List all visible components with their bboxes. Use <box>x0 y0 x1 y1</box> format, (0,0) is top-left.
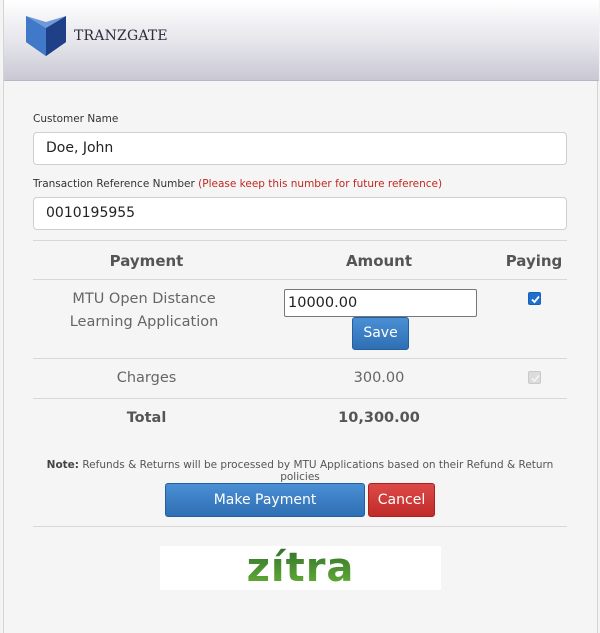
transaction-reference-label-text: Transaction Reference Number <box>33 178 195 190</box>
brand-name: TRANZGATE <box>74 28 168 44</box>
divider <box>33 398 567 399</box>
checkmark-icon <box>531 295 540 304</box>
total-label: Total <box>126 410 167 426</box>
payment-column-header: Payment <box>109 252 184 270</box>
total-value: 10,300.00 <box>338 410 420 426</box>
paying-checkbox[interactable] <box>528 292 541 305</box>
note-text: Refunds & Returns will be processed by M… <box>82 459 554 483</box>
cancel-button[interactable]: Cancel <box>368 483 435 517</box>
divider <box>33 358 567 359</box>
divider <box>33 279 567 280</box>
customer-name-field[interactable]: Doe, John <box>33 132 567 165</box>
paying-column-header: Paying <box>505 252 563 270</box>
make-payment-button[interactable]: Make Payment <box>165 483 365 517</box>
transaction-reference-label: Transaction Reference Number (Please kee… <box>33 178 442 190</box>
divider <box>33 526 567 527</box>
payment-item-line1: MTU Open Distance <box>72 291 216 307</box>
transaction-reference-note: (Please keep this number for future refe… <box>198 178 443 190</box>
amount-input[interactable]: 10000.00 <box>284 289 477 317</box>
tranzgate-logo-icon <box>26 16 66 56</box>
charges-label: Charges <box>116 370 177 386</box>
payment-item-line2: Learning Application <box>69 314 219 330</box>
zitra-logo: zítra <box>160 546 441 590</box>
charges-amount: 300.00 <box>353 370 405 386</box>
payment-page: TRANZGATE Customer Name Doe, John Transa… <box>3 0 599 633</box>
amount-column-header: Amount <box>345 252 413 270</box>
customer-name-label: Customer Name <box>33 113 119 125</box>
note-label: Note: <box>46 459 79 471</box>
header-bar: TRANZGATE <box>4 0 599 81</box>
divider <box>33 240 567 241</box>
refund-note: Note: Refunds & Returns will be processe… <box>33 459 567 483</box>
transaction-reference-field[interactable]: 0010195955 <box>33 197 567 230</box>
charges-checkbox <box>528 371 541 384</box>
zitra-logo-text: zítra <box>246 545 355 591</box>
checkmark-icon <box>531 374 540 383</box>
save-button[interactable]: Save <box>352 317 409 350</box>
